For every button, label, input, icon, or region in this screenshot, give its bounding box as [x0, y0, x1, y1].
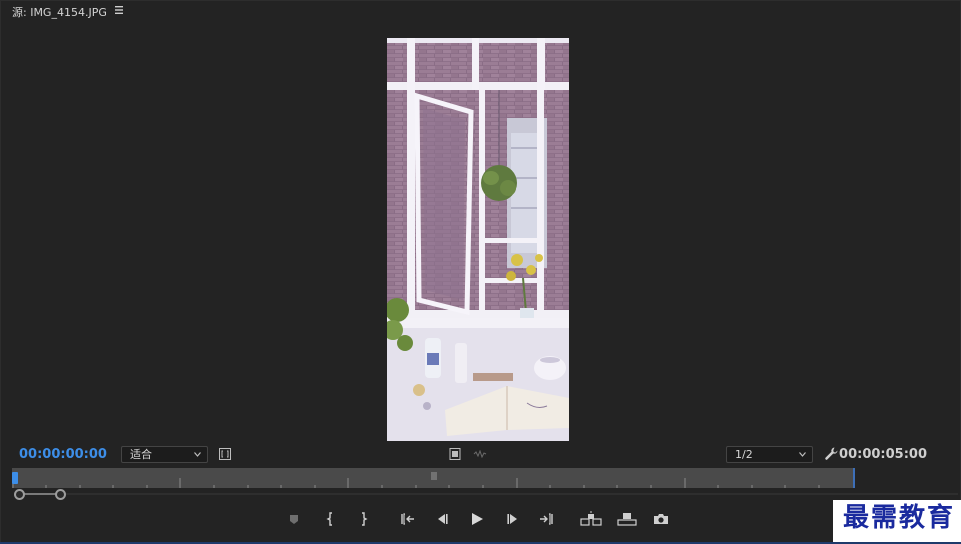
source-preview-image [387, 38, 569, 441]
insert-icon [580, 511, 602, 526]
mark-out-icon [362, 512, 368, 526]
safe-margins-icon[interactable] [219, 448, 231, 460]
go-to-in-icon [401, 513, 414, 525]
step-back-button[interactable] [433, 510, 453, 528]
panel-title[interactable]: 源: IMG_4154.JPG [12, 4, 107, 20]
mark-in-icon [326, 512, 332, 526]
play-button[interactable] [468, 510, 488, 528]
current-timecode[interactable]: 00:00:00:00 [19, 447, 107, 462]
window-photo [387, 38, 569, 441]
zoom-select[interactable]: 适合 [121, 446, 208, 463]
mini-timeline[interactable] [12, 468, 855, 488]
camera-icon [654, 514, 668, 524]
export-frame-button[interactable] [652, 510, 672, 528]
add-marker-button[interactable] [285, 510, 305, 528]
zoom-scrollbar[interactable] [18, 489, 958, 499]
zoom-handle-left[interactable] [14, 489, 25, 500]
overwrite-button[interactable] [616, 510, 638, 528]
step-forward-icon [507, 514, 517, 524]
chevron-down-icon [194, 452, 201, 457]
playhead[interactable] [12, 472, 18, 484]
insert-button[interactable] [580, 510, 602, 528]
zoom-handle-right[interactable] [55, 489, 66, 500]
go-to-out-icon [540, 513, 553, 525]
mark-in-button[interactable] [322, 510, 342, 528]
drag-audio-only-icon[interactable] [473, 450, 487, 458]
zoom-select-value: 适合 [130, 448, 152, 461]
overwrite-icon [617, 513, 637, 526]
duration-timecode: 00:00:05:00 [839, 447, 927, 462]
go-to-out-button[interactable] [537, 510, 557, 528]
step-forward-button[interactable] [504, 510, 524, 528]
watermark-text: 最需教育 [842, 503, 955, 533]
resolution-select-value: 1/2 [735, 448, 753, 461]
drag-video-only-icon[interactable] [449, 448, 461, 460]
chevron-down-icon [799, 452, 806, 457]
playback-resolution-select[interactable]: 1/2 [726, 446, 813, 463]
panel-header: 源: IMG_4154.JPG [0, 0, 961, 22]
timeline-end-marker [853, 468, 855, 488]
hamburger-menu-icon[interactable] [114, 5, 124, 15]
play-icon [472, 513, 483, 525]
go-to-in-button[interactable] [399, 510, 419, 528]
center-marker-icon [431, 472, 437, 480]
step-back-icon [438, 514, 448, 524]
wrench-icon[interactable] [824, 446, 839, 461]
marker-icon [290, 515, 298, 524]
mark-out-button[interactable] [354, 510, 374, 528]
